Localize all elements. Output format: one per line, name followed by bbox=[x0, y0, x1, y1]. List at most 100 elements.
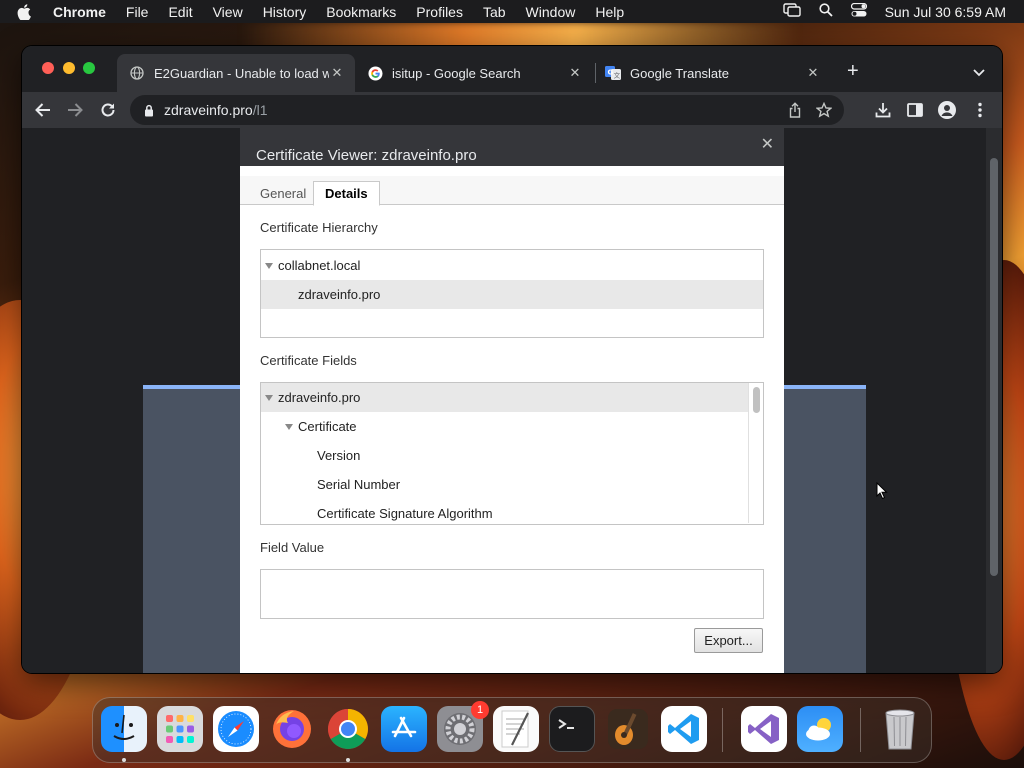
lock-icon[interactable] bbox=[144, 104, 154, 117]
menu-window[interactable]: Window bbox=[526, 4, 576, 20]
fields-scrollbar[interactable] bbox=[748, 383, 763, 523]
menu-tab[interactable]: Tab bbox=[483, 4, 506, 20]
dialog-close-icon[interactable]: ✕ bbox=[761, 134, 774, 154]
system-settings-icon[interactable]: 1 bbox=[437, 701, 489, 752]
menu-profiles[interactable]: Profiles bbox=[416, 4, 463, 20]
page-scrollbar-track[interactable] bbox=[986, 128, 1002, 673]
weather-icon[interactable] bbox=[797, 706, 843, 752]
mouse-cursor-icon bbox=[876, 481, 888, 505]
trash-icon[interactable] bbox=[877, 706, 923, 752]
field-value-box[interactable] bbox=[260, 569, 764, 619]
close-tab-icon[interactable]: ✕ bbox=[329, 65, 345, 81]
google-translate-icon: G文 bbox=[605, 65, 621, 81]
expand-triangle-icon[interactable] bbox=[265, 262, 273, 269]
menu-file[interactable]: File bbox=[126, 4, 149, 20]
hierarchy-item-root[interactable]: collabnet.local bbox=[261, 251, 763, 280]
tab-details[interactable]: Details bbox=[313, 181, 380, 206]
menu-view[interactable]: View bbox=[213, 4, 243, 20]
url-host: zdraveinfo.pro bbox=[164, 102, 253, 118]
zoom-window-button[interactable] bbox=[83, 62, 95, 74]
apple-icon[interactable] bbox=[17, 3, 39, 20]
field-value-label: Field Value bbox=[260, 540, 325, 555]
textedit-icon[interactable] bbox=[493, 706, 539, 752]
hierarchy-item-leaf[interactable]: zdraveinfo.pro bbox=[261, 280, 763, 309]
close-tab-icon[interactable]: ✕ bbox=[805, 65, 821, 81]
field-item-serial-number[interactable]: Serial Number bbox=[261, 470, 763, 499]
field-item-label: zdraveinfo.pro bbox=[278, 390, 361, 405]
globe-icon bbox=[129, 65, 145, 81]
bookmark-star-icon[interactable] bbox=[815, 101, 833, 123]
forward-arrow-icon[interactable] bbox=[65, 100, 85, 120]
tab-general[interactable]: General bbox=[252, 181, 314, 205]
finder-icon[interactable] bbox=[101, 706, 147, 752]
launchpad-icon[interactable] bbox=[157, 706, 203, 752]
expand-triangle-icon[interactable] bbox=[265, 394, 273, 401]
running-indicator bbox=[122, 758, 126, 762]
dialog-tabs: General Details bbox=[240, 176, 784, 206]
dialog-title: Certificate Viewer: zdraveinfo.pro bbox=[256, 147, 477, 164]
field-item-label: Certificate bbox=[298, 419, 357, 434]
screen-mirroring-icon[interactable] bbox=[782, 3, 801, 20]
control-center-icon[interactable] bbox=[850, 2, 867, 20]
svg-text:文: 文 bbox=[614, 71, 621, 80]
export-button[interactable]: Export... bbox=[694, 628, 763, 653]
page-scrollbar-thumb[interactable] bbox=[990, 158, 998, 576]
certificate-viewer-dialog: Certificate Viewer: zdraveinfo.pro ✕ Gen… bbox=[240, 128, 784, 673]
menu-bookmarks[interactable]: Bookmarks bbox=[326, 4, 396, 20]
menu-help[interactable]: Help bbox=[595, 4, 624, 20]
close-window-button[interactable] bbox=[42, 62, 54, 74]
more-menu-icon[interactable] bbox=[970, 100, 990, 120]
chrome-icon[interactable] bbox=[325, 706, 371, 752]
field-item-root[interactable]: zdraveinfo.pro bbox=[261, 383, 748, 412]
field-item-label: Serial Number bbox=[317, 477, 401, 492]
tab-e2guardian[interactable]: E2Guardian - Unable to load w ✕ bbox=[117, 54, 355, 92]
tab-title: isitup - Google Search bbox=[392, 65, 521, 81]
safari-icon[interactable] bbox=[213, 706, 259, 752]
vscode-icon[interactable] bbox=[661, 706, 707, 752]
expand-triangle-icon[interactable] bbox=[285, 423, 293, 430]
field-item-signature-algorithm[interactable]: Certificate Signature Algorithm bbox=[261, 499, 763, 524]
menu-edit[interactable]: Edit bbox=[168, 4, 192, 20]
menu-app-name[interactable]: Chrome bbox=[53, 4, 106, 20]
chrome-window: E2Guardian - Unable to load w ✕ isitup -… bbox=[22, 46, 1002, 673]
terminal-icon[interactable] bbox=[549, 706, 595, 752]
visual-studio-icon[interactable] bbox=[741, 706, 787, 752]
tab-title: Google Translate bbox=[630, 65, 730, 81]
field-item-label: Certificate Signature Algorithm bbox=[317, 506, 493, 521]
dock-separator bbox=[722, 708, 723, 752]
menu-history[interactable]: History bbox=[263, 4, 307, 20]
notification-badge: 1 bbox=[471, 701, 489, 719]
dialog-header: Certificate Viewer: zdraveinfo.pro ✕ bbox=[240, 128, 784, 166]
menu-clock[interactable]: Sun Jul 30 6:59 AM bbox=[885, 4, 1006, 20]
share-icon[interactable] bbox=[788, 102, 802, 123]
dock: 1 bbox=[92, 697, 932, 763]
close-tab-icon[interactable]: ✕ bbox=[567, 65, 583, 81]
profile-avatar-icon[interactable] bbox=[937, 100, 957, 120]
fields-scrollbar-thumb[interactable] bbox=[753, 387, 760, 413]
google-icon bbox=[367, 65, 383, 81]
garageband-icon[interactable] bbox=[605, 706, 651, 752]
address-bar[interactable]: zdraveinfo.pro/l1 bbox=[130, 95, 844, 125]
new-tab-button[interactable]: + bbox=[847, 60, 859, 83]
field-item-version[interactable]: Version bbox=[261, 441, 763, 470]
fields-label: Certificate Fields bbox=[260, 353, 357, 368]
app-store-icon[interactable] bbox=[381, 706, 427, 752]
tab-title: E2Guardian - Unable to load w bbox=[154, 65, 329, 81]
reload-icon[interactable] bbox=[98, 100, 118, 120]
side-panel-icon[interactable] bbox=[905, 100, 925, 120]
minimize-window-button[interactable] bbox=[63, 62, 75, 74]
back-arrow-icon[interactable] bbox=[33, 100, 53, 120]
download-icon[interactable] bbox=[873, 100, 893, 120]
spotlight-search-icon[interactable] bbox=[818, 3, 833, 20]
tab-google-translate[interactable]: G文 Google Translate ✕ bbox=[593, 54, 831, 92]
firefox-icon[interactable] bbox=[269, 706, 315, 752]
hierarchy-item-label: zdraveinfo.pro bbox=[298, 287, 381, 302]
url-path: /l1 bbox=[252, 102, 268, 118]
tab-search-chevron-icon[interactable] bbox=[973, 64, 985, 82]
running-indicator bbox=[346, 758, 350, 762]
menu-bar: Chrome File Edit View History Bookmarks … bbox=[0, 0, 1024, 23]
field-item-certificate[interactable]: Certificate bbox=[261, 412, 763, 441]
toolbar: zdraveinfo.pro/l1 bbox=[22, 92, 1002, 128]
url-text[interactable]: zdraveinfo.pro/l1 bbox=[164, 102, 268, 118]
tab-isitup-search[interactable]: isitup - Google Search ✕ bbox=[355, 54, 593, 92]
